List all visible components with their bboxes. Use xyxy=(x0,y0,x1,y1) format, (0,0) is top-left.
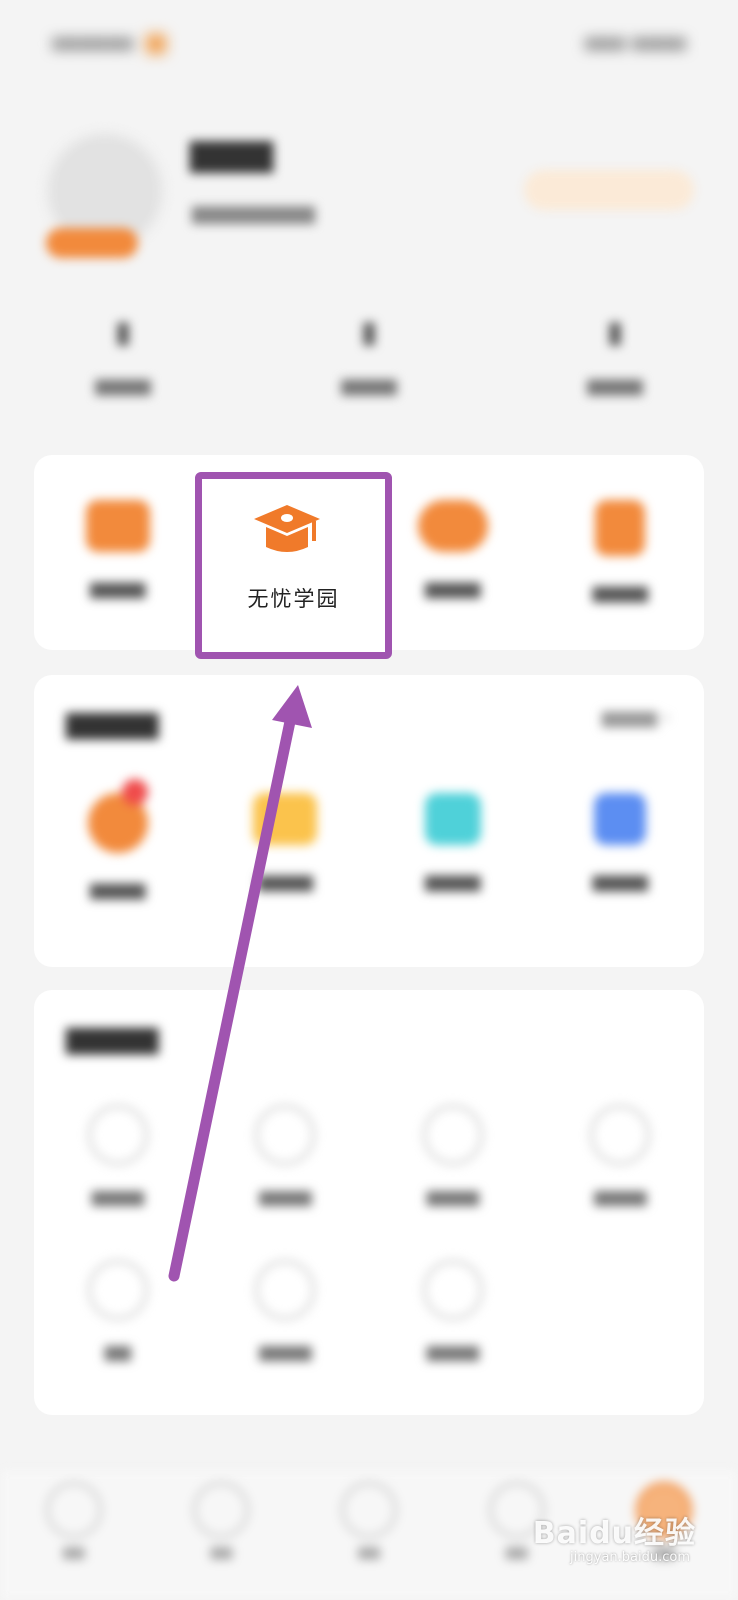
watermark-logo: Baidu经验 xyxy=(532,1516,696,1551)
arrow-head xyxy=(272,685,312,728)
annotation-arrow xyxy=(168,685,312,1282)
watermark-url: jingyan.baidu.com xyxy=(570,1550,690,1565)
